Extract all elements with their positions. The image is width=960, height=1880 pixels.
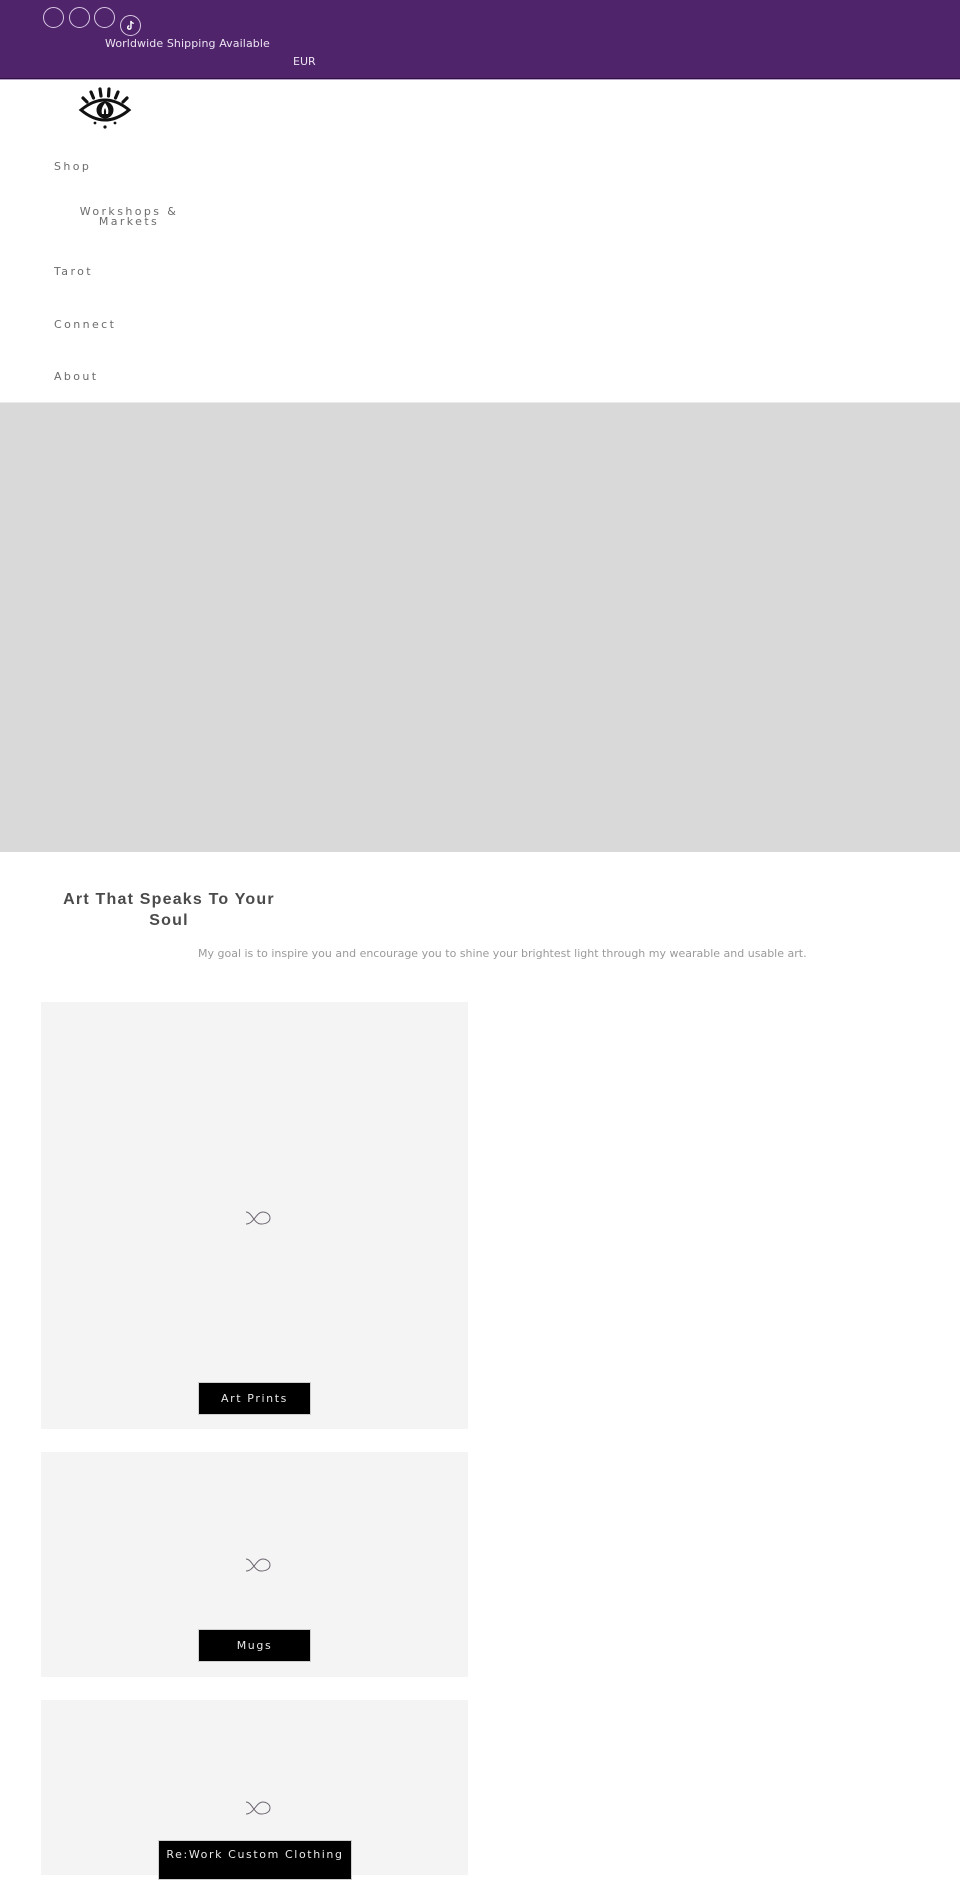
collection-card-art-prints[interactable]: Art Prints <box>41 1002 468 1429</box>
tiktok-icon[interactable] <box>120 15 141 36</box>
collection-card-mugs[interactable]: Mugs <box>41 1452 468 1677</box>
collection-card-rework-clothing[interactable]: Re:Work Custom Clothing <box>41 1700 468 1880</box>
section-title: Art That Speaks To Your Soul <box>63 891 275 929</box>
nav-item-shop[interactable]: Shop <box>54 160 91 173</box>
announcement-bar: Worldwide Shipping Available EUR <box>0 0 960 80</box>
nav-item-about[interactable]: About <box>54 370 99 383</box>
social-icon[interactable] <box>43 7 64 28</box>
section-description: My goal is to inspire you and encourage … <box>198 947 807 960</box>
collection-button-art-prints[interactable]: Art Prints <box>198 1382 311 1415</box>
nav-item-tarot[interactable]: Tarot <box>54 265 93 278</box>
social-icon[interactable] <box>69 7 90 28</box>
social-icon[interactable] <box>94 7 115 28</box>
currency-selector[interactable]: EUR <box>293 55 316 68</box>
image-placeholder-icon <box>245 1211 271 1225</box>
collection-button-rework-clothing[interactable]: Re:Work Custom Clothing <box>158 1840 352 1880</box>
nav-item-workshops-markets[interactable]: Workshops & Markets <box>74 206 184 227</box>
collection-button-mugs[interactable]: Mugs <box>198 1629 311 1662</box>
nav-item-connect[interactable]: Connect <box>54 318 116 331</box>
hero-banner <box>0 402 960 852</box>
image-placeholder-icon <box>245 1801 271 1815</box>
image-placeholder-icon <box>245 1558 271 1572</box>
eye-logo-icon[interactable] <box>78 87 132 131</box>
shipping-notice: Worldwide Shipping Available <box>105 37 270 50</box>
